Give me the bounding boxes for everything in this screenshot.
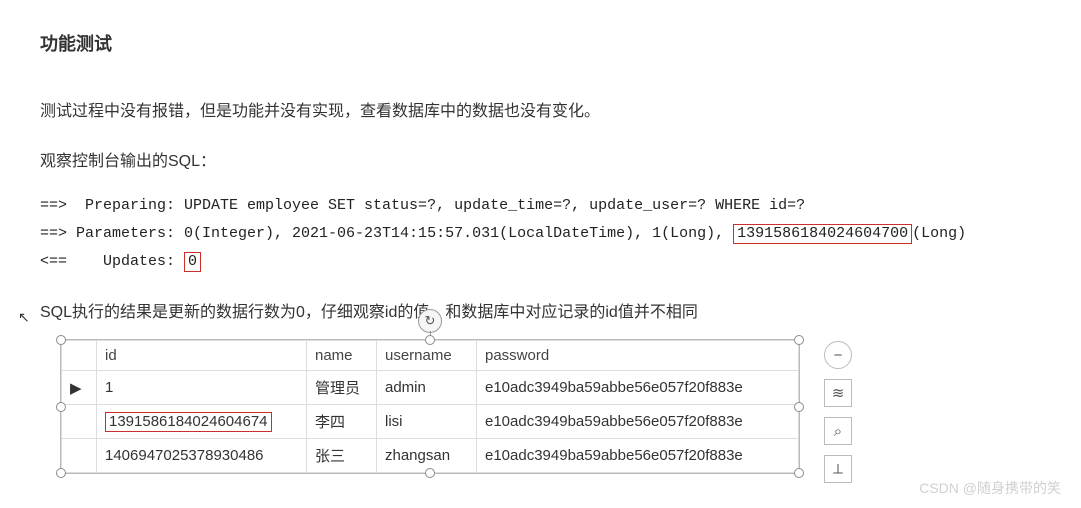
sql-line-1: ==> Preparing: UPDATE employee SET statu… [40, 197, 805, 214]
db-table: id name username password ▶ 1 管理员 admin … [61, 340, 799, 473]
selection-frame: id name username password ▶ 1 管理员 admin … [60, 339, 800, 474]
sql-id-box: 1391586184024604700 [733, 224, 912, 244]
handle-bc[interactable] [425, 468, 435, 478]
cell-username: admin [377, 371, 477, 405]
col-marker [62, 341, 97, 371]
col-username: username [377, 341, 477, 371]
row-marker: ▶ [62, 371, 97, 405]
db-table-selection[interactable]: ↻ id name username pa [60, 339, 800, 474]
table-row: ▶ 1 管理员 admin e10adc3949ba59abbe56e057f2… [62, 371, 799, 405]
table-row: 1391586184024604674 李四 lisi e10adc3949ba… [62, 405, 799, 439]
col-name: name [307, 341, 377, 371]
sql-updates-box: 0 [184, 252, 201, 272]
cell-id: 1406947025378930486 [97, 439, 307, 473]
image-toolbar: − ≋ ⌕ ⟂ [824, 341, 852, 483]
rotate-glyph: ↻ [425, 313, 436, 329]
paragraph-1: 测试过程中没有报错，但是功能并没有实现，查看数据库中的数据也没有变化。 [40, 96, 1041, 128]
row-marker [62, 439, 97, 473]
col-id: id [97, 341, 307, 371]
cell-name: 管理员 [307, 371, 377, 405]
cell-password: e10adc3949ba59abbe56e057f20f883e [477, 371, 799, 405]
paragraph-2: 观察控制台输出的SQL： [40, 146, 1041, 178]
handle-ml[interactable] [56, 402, 66, 412]
cell-name: 张三 [307, 439, 377, 473]
zoom-icon: ⌕ [834, 423, 842, 440]
section-title: 功能测试 [40, 30, 1041, 56]
cell-password: e10adc3949ba59abbe56e057f20f883e [477, 439, 799, 473]
handle-bl[interactable] [56, 468, 66, 478]
crop-icon: ⟂ [833, 461, 843, 478]
cell-password: e10adc3949ba59abbe56e057f20f883e [477, 405, 799, 439]
layers-icon: ≋ [832, 384, 845, 402]
table-header-row: id name username password [62, 341, 799, 371]
col-password: password [477, 341, 799, 371]
watermark: CSDN @随身携带的笑 [919, 478, 1061, 498]
zoom-button[interactable]: ⌕ [824, 417, 852, 445]
row-marker [62, 405, 97, 439]
cell-name: 李四 [307, 405, 377, 439]
handle-tr[interactable] [794, 335, 804, 345]
id-mismatch-box: 1391586184024604674 [105, 412, 272, 432]
handle-br[interactable] [794, 468, 804, 478]
collapse-button[interactable]: − [824, 341, 852, 369]
cell-username: lisi [377, 405, 477, 439]
cell-username: zhangsan [377, 439, 477, 473]
sql-line-3a: <== Updates: [40, 253, 184, 270]
summary-text: ↖ SQL执行的结果是更新的数据行数为0，仔细观察id的值，和数据库中对应记录的… [40, 297, 1041, 329]
cell-id: 1 [97, 371, 307, 405]
sql-line-2c: (Long) [912, 225, 966, 242]
handle-mr[interactable] [794, 402, 804, 412]
layers-button[interactable]: ≋ [824, 379, 852, 407]
summary-span: SQL执行的结果是更新的数据行数为0，仔细观察id的值，和数据库中对应记录的id… [40, 304, 698, 321]
cursor-icon: ↖ [18, 303, 30, 331]
sql-line-2a: ==> Parameters: 0(Integer), 2021-06-23T1… [40, 225, 733, 242]
sql-log: ==> Preparing: UPDATE employee SET statu… [40, 192, 1041, 275]
rotate-handle-icon[interactable]: ↻ [418, 309, 442, 333]
minus-icon: − [834, 347, 843, 364]
crop-button[interactable]: ⟂ [824, 455, 852, 483]
cell-id: 1391586184024604674 [97, 405, 307, 439]
